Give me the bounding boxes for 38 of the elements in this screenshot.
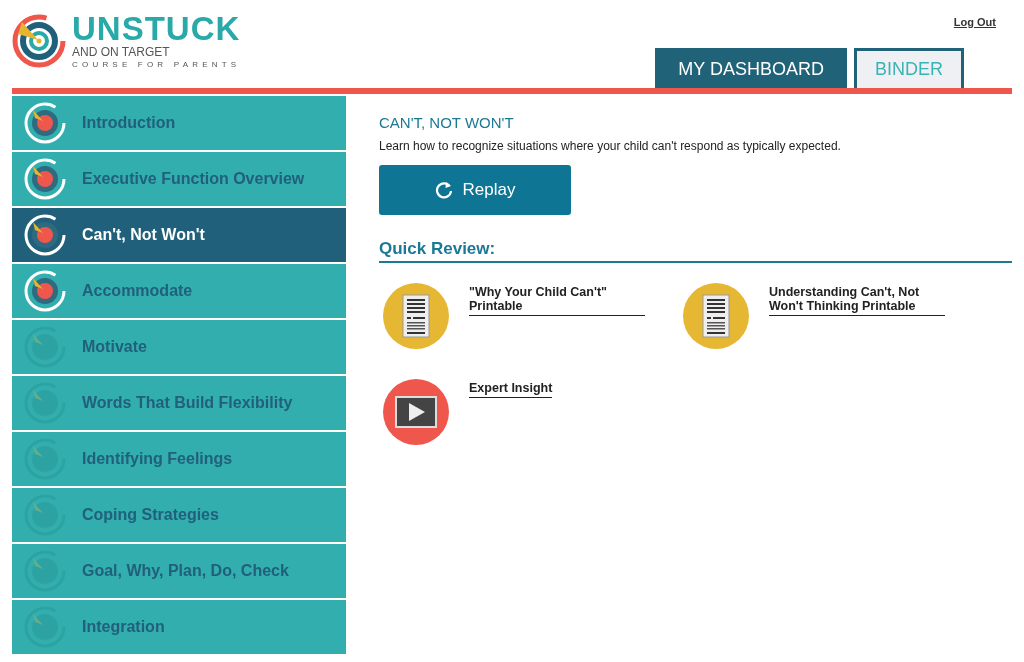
section-heading: Quick Review: bbox=[379, 239, 1012, 263]
sidebar-item[interactable]: Can't, Not Won't bbox=[12, 208, 346, 262]
lesson-description: Learn how to recognize situations where your child can't respond as typically expected. bbox=[379, 139, 842, 153]
sidebar-item[interactable]: Motivate bbox=[12, 320, 346, 374]
lesson-ring-icon bbox=[24, 214, 66, 256]
lesson-ring-icon bbox=[24, 550, 66, 592]
lesson-ring-icon bbox=[24, 102, 66, 144]
nav-tab[interactable]: BINDER bbox=[854, 48, 964, 88]
lesson-ring-icon bbox=[24, 438, 66, 480]
video-player-icon[interactable] bbox=[383, 379, 449, 445]
document-icon[interactable] bbox=[383, 283, 449, 349]
resource-link[interactable]: "Why Your Child Can't" Printable bbox=[469, 285, 645, 316]
sidebar-item[interactable]: Introduction bbox=[12, 96, 346, 150]
lesson-ring-icon bbox=[24, 606, 66, 648]
sidebar-item[interactable]: Integration bbox=[12, 600, 346, 654]
resource-link[interactable]: Expert Insight bbox=[469, 381, 553, 398]
lesson-ring-icon bbox=[24, 158, 66, 200]
sidebar-item[interactable]: Accommodate bbox=[12, 264, 346, 318]
lesson-ring-icon bbox=[24, 270, 66, 312]
sidebar-item[interactable]: Words That Build Flexibility bbox=[12, 376, 346, 430]
sidebar-item[interactable]: Goal, Why, Plan, Do, Check bbox=[12, 544, 346, 598]
lesson-title: CAN'T, NOT WON'T bbox=[379, 114, 515, 131]
replay-button[interactable]: Replay bbox=[379, 165, 571, 215]
resource-link[interactable]: Understanding Can't, Not Won't Thinking Printable bbox=[769, 285, 945, 316]
sidebar-item[interactable]: Executive Function Overview bbox=[12, 152, 346, 206]
lesson-ring-icon bbox=[24, 326, 66, 368]
target-logo-icon bbox=[12, 14, 66, 68]
replay-icon bbox=[434, 181, 453, 199]
sidebar-item[interactable]: Coping Strategies bbox=[12, 488, 346, 542]
sidebar-item[interactable]: Identifying Feelings bbox=[12, 432, 346, 486]
logo-tagline: COURSE FOR PARENTS bbox=[72, 59, 241, 70]
logo-subtitle: AND ON TARGET bbox=[72, 46, 171, 59]
document-icon[interactable] bbox=[683, 283, 749, 349]
nav-tab[interactable]: MY DASHBOARD bbox=[655, 48, 847, 88]
lesson-ring-icon bbox=[24, 494, 66, 536]
lesson-ring-icon bbox=[24, 382, 66, 424]
logo-title: UNSTUCK bbox=[72, 12, 241, 46]
log-out-link[interactable]: Log Out bbox=[953, 16, 996, 28]
